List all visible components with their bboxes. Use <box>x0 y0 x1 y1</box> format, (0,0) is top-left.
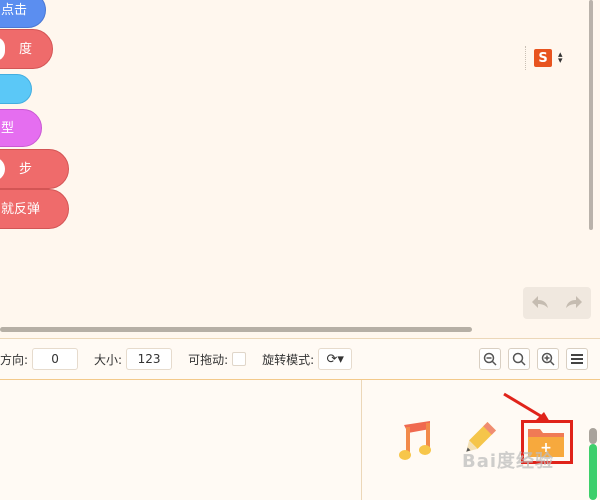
annotation-arrow-icon <box>503 392 550 422</box>
resource-scrollbar-track[interactable] <box>589 428 597 444</box>
block-label: 点击 <box>1 2 28 18</box>
code-block-sensing[interactable] <box>0 74 32 104</box>
sprite-property-bar: 方向: 0 大小: 123 可拖动: 旋转模式: ⟳▾ <box>0 338 600 380</box>
baidu-watermark: Bai度经验 <box>462 451 555 472</box>
menu-icon <box>571 354 583 364</box>
degrees-input[interactable] <box>0 37 5 61</box>
code-block-move-steps[interactable]: 0 步 <box>0 149 69 189</box>
music-icon <box>399 421 431 460</box>
code-workspace[interactable]: 点击 度 型 0 步 就反弹 S ▴▾ <box>0 0 600 338</box>
zoom-out-button[interactable] <box>479 348 501 370</box>
code-block-click[interactable]: 点击 <box>0 0 46 28</box>
undo-icon[interactable] <box>530 293 550 313</box>
zoom-reset-icon <box>512 352 526 366</box>
draggable-label: 可拖动: <box>188 352 229 367</box>
code-block-bounce-on-edge[interactable]: 就反弹 <box>0 189 69 229</box>
size-input[interactable]: 123 <box>126 348 173 370</box>
block-label: 度 <box>19 41 33 57</box>
rotation-mode-select[interactable]: ⟳▾ <box>318 348 353 370</box>
sprite-list-panel[interactable] <box>0 380 362 500</box>
rotate-icon: ⟳▾ <box>326 351 344 367</box>
zoom-out-icon <box>483 352 497 366</box>
steps-input[interactable]: 0 <box>0 157 5 181</box>
ime-menu-icon[interactable]: ▴ ▾ <box>558 51 563 66</box>
block-label: 型 <box>1 120 15 136</box>
code-block-looks[interactable]: 型 <box>0 109 42 147</box>
ime-indicator[interactable]: S ▴ ▾ <box>525 46 573 70</box>
redo-icon[interactable] <box>564 293 584 313</box>
code-block-turn-degrees[interactable]: 度 <box>0 29 53 69</box>
sogou-ime-icon: S <box>534 49 552 67</box>
direction-input[interactable]: 0 <box>32 348 79 370</box>
draggable-checkbox[interactable] <box>232 352 247 366</box>
zoom-reset-button[interactable] <box>508 348 530 370</box>
horizontal-scrollbar[interactable] <box>0 327 472 332</box>
add-sound-button[interactable] <box>398 421 434 465</box>
block-label: 步 <box>19 161 33 177</box>
stage-menu-button[interactable] <box>566 348 588 370</box>
direction-label: 方向: <box>0 352 29 367</box>
zoom-in-icon <box>541 352 555 366</box>
vertical-scrollbar[interactable] <box>589 0 593 230</box>
resource-scrollbar[interactable] <box>589 444 597 500</box>
size-label: 大小: <box>94 352 123 367</box>
undo-redo-group <box>523 287 591 319</box>
zoom-in-button[interactable] <box>537 348 559 370</box>
rotation-mode-label: 旋转模式: <box>262 352 315 367</box>
block-label: 就反弹 <box>1 201 41 217</box>
